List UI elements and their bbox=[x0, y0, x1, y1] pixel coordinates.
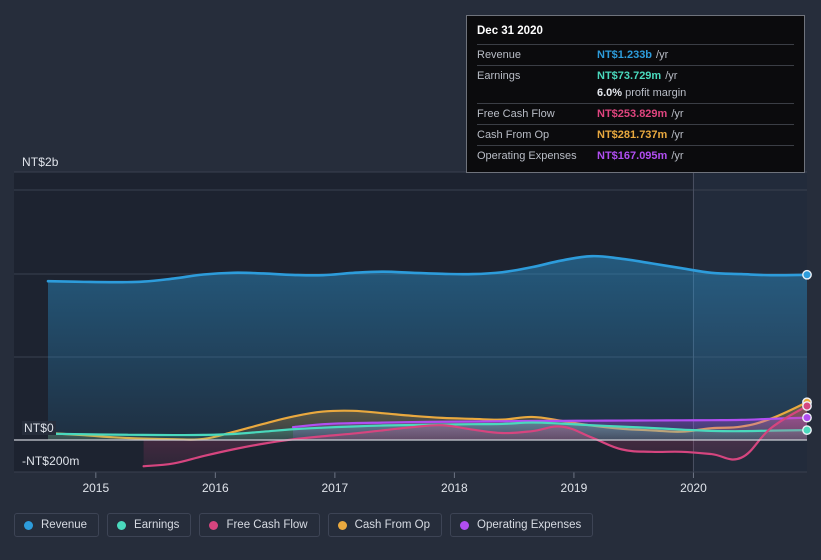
endpoint-marker-free-cash-flow bbox=[802, 401, 812, 411]
legend-item-free-cash-flow[interactable]: Free Cash Flow bbox=[199, 513, 320, 537]
tooltip-row: Cash From Op NT$281.737m/yr bbox=[477, 124, 794, 145]
tooltip-row-value-group: NT$253.829m/yr bbox=[597, 107, 684, 121]
tooltip-profit-margin-label: profit margin bbox=[622, 87, 687, 99]
tooltip-row-label: Cash From Op bbox=[477, 129, 550, 141]
legend-item-earnings[interactable]: Earnings bbox=[107, 513, 192, 537]
tooltip-row-label: Earnings bbox=[477, 70, 521, 82]
tooltip-row-label: Revenue bbox=[477, 49, 522, 61]
legend-color-dot-icon bbox=[117, 520, 127, 530]
series-layer bbox=[46, 254, 807, 468]
y-axis-label-negative: -NT$200m bbox=[22, 454, 80, 468]
endpoint-marker-revenue bbox=[802, 269, 812, 280]
chart-tooltip: Dec 31 2020 Revenue NT$1.233b/yr Earnings N… bbox=[466, 15, 805, 173]
tooltip-row-value: NT$253.829m bbox=[597, 108, 668, 120]
tooltip-row-value: NT$167.095m bbox=[597, 150, 668, 162]
tooltip-row-unit: /yr bbox=[665, 70, 678, 82]
tooltip-rows: Revenue NT$1.233b/yr Earnings NT$73.729m/yr… bbox=[477, 44, 794, 166]
legend-item-label: Operating Expenses bbox=[477, 519, 582, 531]
tooltip-row-value: NT$1.233b bbox=[597, 49, 653, 61]
tooltip-row: 6.0% profit margin bbox=[477, 86, 794, 103]
tooltip-profit-margin-value: 6.0% bbox=[597, 87, 623, 99]
tooltip-row-unit: /yr bbox=[656, 49, 669, 61]
y-axis-label-top: NT$2b bbox=[22, 155, 59, 169]
tooltip-row-label: Operating Expenses bbox=[477, 150, 577, 162]
x-axis-label: 2018 bbox=[441, 481, 468, 495]
tooltip-row-unit: /yr bbox=[671, 129, 684, 141]
tooltip-row-unit: /yr bbox=[671, 150, 684, 162]
tooltip-row-value-group: NT$1.233b/yr bbox=[597, 48, 668, 62]
tooltip-row-value: NT$73.729m bbox=[597, 70, 662, 82]
legend-color-dot-icon bbox=[209, 520, 219, 530]
tooltip-row-label: Free Cash Flow bbox=[477, 108, 555, 120]
x-axis-ticks bbox=[95, 472, 694, 478]
y-axis-label-zero: NT$0 bbox=[22, 421, 56, 435]
x-axis-label: 2016 bbox=[201, 481, 229, 495]
tooltip-row-value-group: 6.0% profit margin bbox=[597, 86, 686, 100]
x-axis-label: 2017 bbox=[321, 481, 349, 495]
tooltip-row: Earnings NT$73.729m/yr bbox=[477, 65, 794, 86]
x-axis-label: 2020 bbox=[680, 481, 707, 495]
endpoint-marker-operating-expenses bbox=[802, 412, 812, 423]
tooltip-row-value-group: NT$281.737m/yr bbox=[597, 128, 684, 142]
legend-item-label: Revenue bbox=[41, 519, 88, 531]
tooltip-row-value-group: NT$73.729m/yr bbox=[597, 69, 677, 83]
x-axis-label: 2019 bbox=[560, 481, 588, 495]
legend-item-cash-from-op[interactable]: Cash From Op bbox=[327, 513, 443, 537]
legend-color-dot-icon bbox=[337, 520, 347, 530]
legend-item-label: Cash From Op bbox=[354, 519, 431, 531]
tooltip-row-value-group: NT$167.095m/yr bbox=[597, 149, 684, 163]
chart-legend[interactable]: Revenue Earnings Free Cash Flow Cash From O… bbox=[14, 513, 594, 537]
legend-item-label: Free Cash Flow bbox=[226, 519, 308, 531]
legend-item-operating-expenses[interactable]: Operating Expenses bbox=[450, 513, 594, 537]
tooltip-row: Operating Expenses NT$167.095m/yr bbox=[477, 145, 794, 166]
tooltip-row-value: NT$281.737m bbox=[597, 129, 668, 141]
legend-color-dot-icon bbox=[24, 520, 33, 530]
legend-color-dot-icon bbox=[460, 520, 470, 530]
tooltip-row: Revenue NT$1.233b/yr bbox=[477, 44, 794, 65]
series-area-revenue bbox=[48, 256, 807, 440]
tooltip-row: Free Cash Flow NT$253.829m/yr bbox=[477, 103, 794, 124]
legend-item-label: Earnings bbox=[134, 519, 180, 531]
endpoint-marker-earnings bbox=[802, 425, 812, 436]
x-axis-label: 2015 bbox=[82, 481, 110, 495]
tooltip-row-unit: /yr bbox=[671, 108, 684, 120]
chart-screenshot: NT$2b NT$0 -NT$200m 2015 2016 2017 2018 2019… bbox=[0, 0, 821, 560]
legend-item-revenue[interactable]: Revenue bbox=[14, 513, 100, 537]
tooltip-date: Dec 31 2020 bbox=[477, 25, 543, 37]
